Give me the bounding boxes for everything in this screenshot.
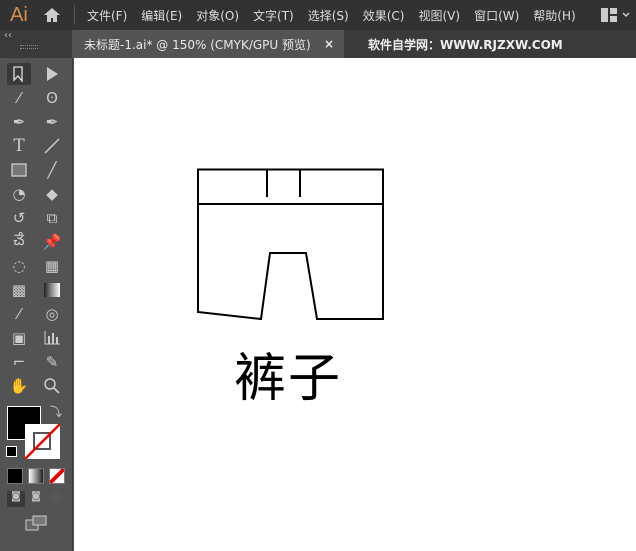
eraser-tool[interactable]: ◆ bbox=[40, 183, 64, 205]
pen-icon: ✒ bbox=[12, 113, 26, 131]
puppet-warp-tool[interactable]: 📌 bbox=[40, 231, 64, 253]
none-slash-icon bbox=[25, 424, 60, 459]
scale-icon: ⧉ bbox=[46, 209, 58, 227]
direct-selection-tool[interactable] bbox=[40, 63, 64, 85]
pen-tool[interactable]: ✒ bbox=[7, 111, 31, 133]
eraser-icon: ◆ bbox=[46, 185, 58, 203]
menu-view[interactable]: 视图(V) bbox=[418, 7, 460, 24]
draw-normal-button[interactable]: ◙ bbox=[7, 491, 25, 507]
lasso-tool[interactable]: ʘ bbox=[40, 87, 64, 109]
pin-icon: 📌 bbox=[42, 233, 62, 251]
magic-wand-tool[interactable]: ⁄ bbox=[7, 87, 31, 109]
slice-icon: ✎ bbox=[45, 353, 59, 371]
tab-title: 未标题-1.ai* @ 150% (CMYK/GPU 预览) bbox=[84, 37, 311, 52]
workspace-switcher[interactable] bbox=[601, 8, 630, 22]
artboard-tool[interactable]: ⌐ bbox=[7, 351, 31, 373]
artboard-icon: ⌐ bbox=[12, 353, 26, 371]
warp-icon: ౘ bbox=[13, 231, 25, 249]
panel-grip[interactable] bbox=[20, 45, 38, 49]
arrow-icon bbox=[47, 67, 58, 81]
curvature-pen-icon: ✒ bbox=[45, 113, 59, 131]
home-button[interactable] bbox=[38, 0, 66, 30]
color-mode-button[interactable] bbox=[7, 468, 23, 484]
tools-panel-header: ‹‹ bbox=[0, 30, 72, 58]
stroke-swatch[interactable] bbox=[25, 424, 60, 459]
symbol-sprayer-tool[interactable]: ▣ bbox=[7, 327, 31, 349]
document-tab-bar: 未标题-1.ai* @ 150% (CMYK/GPU 预览) × 软件自学网：W… bbox=[74, 30, 636, 58]
slice-tool[interactable]: ✎ bbox=[40, 351, 64, 373]
column-graph-tool[interactable] bbox=[40, 327, 64, 349]
eyedropper-tool[interactable]: ⁄ bbox=[7, 303, 31, 325]
home-icon bbox=[44, 8, 60, 22]
screen-mode-icon bbox=[25, 515, 47, 531]
mesh-tool[interactable]: ▩ bbox=[7, 279, 31, 301]
paintbrush-tool[interactable]: ╱ bbox=[40, 159, 64, 181]
rotate-icon: ↺ bbox=[12, 209, 26, 227]
line-icon bbox=[44, 138, 60, 154]
chevron-down-icon bbox=[622, 12, 630, 18]
menu-effect[interactable]: 效果(C) bbox=[363, 7, 405, 24]
close-tab-button[interactable]: × bbox=[324, 37, 334, 51]
swap-colors-icon[interactable]: ⤵ bbox=[50, 403, 62, 420]
menu-bar: Ai 文件(F) 编辑(E) 对象(O) 文字(T) 选择(S) 效果(C) 视… bbox=[0, 0, 636, 30]
line-tool[interactable] bbox=[40, 135, 64, 157]
rectangle-tool[interactable] bbox=[7, 159, 31, 181]
none-mode-button[interactable] bbox=[49, 468, 65, 484]
hand-icon: ✋ bbox=[9, 377, 29, 395]
draw-inside-button[interactable]: ◌ bbox=[47, 491, 65, 507]
rectangle-icon bbox=[11, 163, 27, 177]
menu-edit[interactable]: 编辑(E) bbox=[141, 7, 182, 24]
screen-mode-button[interactable] bbox=[25, 515, 47, 531]
shaper-tool[interactable]: ◔ bbox=[7, 183, 31, 205]
lasso-icon: ʘ bbox=[46, 89, 58, 107]
menu-object[interactable]: 对象(O) bbox=[196, 7, 239, 24]
hand-tool[interactable]: ✋ bbox=[7, 375, 31, 397]
zoom-tool[interactable] bbox=[40, 375, 64, 397]
bar-chart-icon bbox=[44, 331, 60, 345]
tools-panel: ⁄ ʘ ✒ ✒ T ╱ ◔ ◆ ↺ ⧉ ౘ 📌 ◌ ▦ ▩ ⁄ ◎ ▣ ⌐ ✎ … bbox=[0, 58, 73, 551]
gradient-icon bbox=[44, 283, 60, 297]
default-colors-icon[interactable] bbox=[6, 446, 17, 457]
paintbrush-icon: ╱ bbox=[47, 161, 57, 179]
layout-icon bbox=[601, 8, 617, 22]
magic-wand-icon: ⁄ bbox=[17, 89, 21, 107]
pants-drawing[interactable] bbox=[74, 58, 636, 551]
artboard-canvas[interactable]: 裤子 bbox=[74, 58, 636, 551]
blend-tool[interactable]: ◎ bbox=[40, 303, 64, 325]
warp-tool[interactable]: ౘ bbox=[7, 231, 31, 253]
menu-help[interactable]: 帮助(H) bbox=[533, 7, 575, 24]
app-logo: Ai bbox=[10, 3, 28, 26]
pants-body[interactable] bbox=[197, 204, 384, 321]
type-tool[interactable]: T bbox=[7, 135, 31, 157]
pants-label-text[interactable]: 裤子 bbox=[234, 336, 342, 411]
shape-builder-tool[interactable]: ◌ bbox=[7, 255, 31, 277]
type-icon: T bbox=[13, 136, 25, 156]
curvature-tool[interactable]: ✒ bbox=[40, 111, 64, 133]
scale-tool[interactable]: ⧉ bbox=[40, 207, 64, 229]
eyedropper-icon: ⁄ bbox=[17, 305, 21, 323]
arrow-outline-icon bbox=[13, 66, 23, 82]
mesh-icon: ▩ bbox=[11, 281, 27, 299]
rotate-tool[interactable]: ↺ bbox=[7, 207, 31, 229]
shaper-icon: ◔ bbox=[12, 185, 26, 203]
perspective-grid-icon: ▦ bbox=[44, 257, 60, 275]
shape-builder-icon: ◌ bbox=[12, 257, 26, 275]
collapse-panel-button[interactable]: ‹‹ bbox=[4, 30, 12, 41]
gradient-tool[interactable] bbox=[40, 279, 64, 301]
blend-icon: ◎ bbox=[45, 305, 59, 323]
menu-file[interactable]: 文件(F) bbox=[87, 7, 127, 24]
tab-watermark: 软件自学网：WWW.RJZXW.COM bbox=[368, 37, 563, 52]
waistband[interactable] bbox=[197, 168, 384, 205]
perspective-grid-tool[interactable]: ▦ bbox=[40, 255, 64, 277]
symbol-sprayer-icon: ▣ bbox=[11, 329, 27, 347]
menu-type[interactable]: 文字(T) bbox=[253, 7, 294, 24]
selection-tool[interactable] bbox=[7, 63, 31, 85]
menu-window[interactable]: 窗口(W) bbox=[474, 7, 519, 24]
menu-select[interactable]: 选择(S) bbox=[308, 7, 349, 24]
magnifier-icon bbox=[44, 378, 60, 394]
divider bbox=[74, 5, 75, 25]
gradient-mode-button[interactable] bbox=[28, 468, 44, 484]
tab-document[interactable]: 未标题-1.ai* @ 150% (CMYK/GPU 预览) × bbox=[74, 30, 344, 58]
draw-behind-button[interactable]: ◙ bbox=[27, 491, 45, 507]
